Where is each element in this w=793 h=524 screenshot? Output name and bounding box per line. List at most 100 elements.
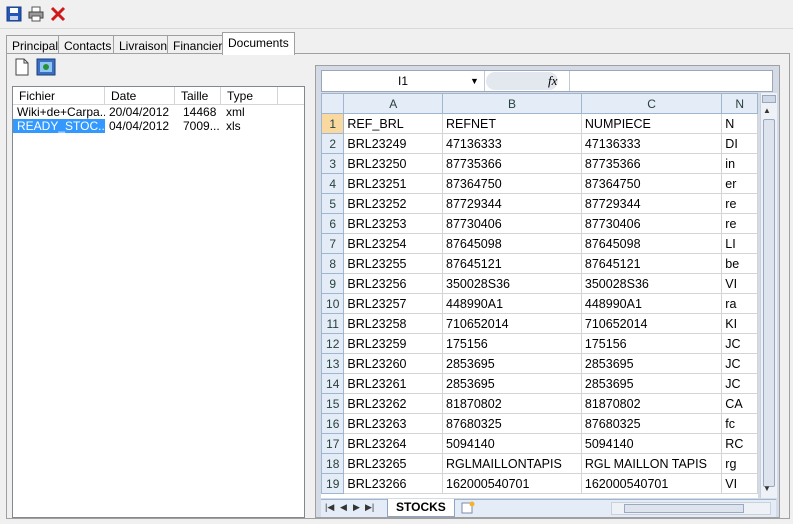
cell-a[interactable]: BRL23255	[343, 253, 444, 274]
row-header[interactable]: 11	[321, 313, 345, 334]
fx-icon[interactable]: fx	[548, 71, 557, 91]
new-document-icon[interactable]	[12, 57, 32, 77]
scroll-down-icon[interactable]: ▼	[763, 484, 771, 493]
cell-a[interactable]: BRL23249	[343, 133, 444, 154]
cell-b[interactable]: 710652014	[442, 313, 582, 334]
cell-b[interactable]: 87645098	[442, 233, 582, 254]
cell-a[interactable]: BRL23263	[343, 413, 444, 434]
column-header-date[interactable]: Date	[105, 87, 175, 104]
cell-a[interactable]: BRL23261	[343, 373, 444, 394]
cell-c[interactable]: 710652014	[580, 313, 723, 334]
save-icon[interactable]	[4, 4, 24, 24]
row-header[interactable]: 9	[321, 273, 345, 294]
cell-b[interactable]: 87729344	[442, 193, 582, 214]
cell-n[interactable]: re	[721, 193, 758, 214]
cell-a[interactable]: BRL23253	[343, 213, 444, 234]
cell-b[interactable]: 5094140	[442, 433, 582, 454]
row-header[interactable]: 16	[321, 413, 345, 434]
cell-c[interactable]: 175156	[580, 333, 723, 354]
row-header[interactable]: 5	[321, 193, 345, 214]
file-row[interactable]: Wiki+de+Carpa... 20/04/2012 14468 xml	[13, 105, 304, 119]
row-header[interactable]: 14	[321, 373, 345, 394]
first-sheet-icon[interactable]: |◀	[325, 502, 334, 513]
view-document-icon[interactable]	[36, 57, 56, 77]
cell-a[interactable]: BRL23251	[343, 173, 444, 194]
column-header-n[interactable]: N	[721, 93, 758, 114]
cell-c[interactable]: 87729344	[580, 193, 723, 214]
cell-a[interactable]: BRL23259	[343, 333, 444, 354]
delete-icon[interactable]	[48, 4, 68, 24]
cell-b[interactable]: 175156	[442, 333, 582, 354]
prev-sheet-icon[interactable]: ◀	[340, 502, 347, 513]
cell-b[interactable]: 87680325	[442, 413, 582, 434]
split-handle[interactable]	[762, 95, 776, 103]
scroll-thumb[interactable]	[763, 119, 775, 487]
cell-c[interactable]: 5094140	[580, 433, 723, 454]
cell-c[interactable]: 350028S36	[580, 273, 723, 294]
cell-c[interactable]: 81870802	[580, 393, 723, 414]
cell-b[interactable]: 87645121	[442, 253, 582, 274]
cell-n[interactable]: CA	[721, 393, 758, 414]
cell-c[interactable]: 2853695	[580, 373, 723, 394]
cell-b[interactable]: 81870802	[442, 393, 582, 414]
cell-n[interactable]: ra	[721, 293, 758, 314]
cell-n[interactable]: KI	[721, 313, 758, 334]
row-header[interactable]: 15	[321, 393, 345, 414]
column-header-type[interactable]: Type	[221, 87, 278, 104]
cell-n[interactable]: VI	[721, 473, 758, 494]
cell-b[interactable]: 448990A1	[442, 293, 582, 314]
row-header[interactable]: 8	[321, 253, 345, 274]
cell-n[interactable]: LI	[721, 233, 758, 254]
cell-b[interactable]: 87730406	[442, 213, 582, 234]
cell-b[interactable]: 87735366	[442, 153, 582, 174]
cell-b[interactable]: REFNET	[442, 113, 582, 134]
cell-n[interactable]: JC	[721, 373, 758, 394]
cell-c[interactable]: 87730406	[580, 213, 723, 234]
tab-financier[interactable]: Financier	[167, 35, 229, 54]
tab-documents[interactable]: Documents	[222, 32, 295, 55]
cell-b[interactable]: 2853695	[442, 353, 582, 374]
cell-n[interactable]: fc	[721, 413, 758, 434]
cell-c[interactable]: 162000540701	[580, 473, 723, 494]
row-header[interactable]: 2	[321, 133, 345, 154]
cell-a[interactable]: BRL23260	[343, 353, 444, 374]
cell-n[interactable]: JC	[721, 353, 758, 374]
sheet-tab-stocks[interactable]: STOCKS	[387, 499, 455, 517]
tab-livraison[interactable]: Livraison	[113, 35, 174, 54]
cell-c[interactable]: 47136333	[580, 133, 723, 154]
row-header[interactable]: 4	[321, 173, 345, 194]
cell-c[interactable]: 87680325	[580, 413, 723, 434]
cell-b[interactable]: 87364750	[442, 173, 582, 194]
row-header[interactable]: 17	[321, 433, 345, 454]
cell-c[interactable]: NUMPIECE	[580, 113, 723, 134]
cell-n[interactable]: in	[721, 153, 758, 174]
cell-a[interactable]: BRL23257	[343, 293, 444, 314]
row-header[interactable]: 18	[321, 453, 345, 474]
cell-a[interactable]: BRL23250	[343, 153, 444, 174]
tab-principal[interactable]: Principal	[6, 35, 65, 54]
cell-a[interactable]: BRL23254	[343, 233, 444, 254]
column-header-fichier[interactable]: Fichier	[13, 87, 105, 104]
cell-c[interactable]: 87645121	[580, 253, 723, 274]
scroll-up-icon[interactable]: ▲	[763, 106, 771, 115]
cell-b[interactable]: 350028S36	[442, 273, 582, 294]
row-header[interactable]: 7	[321, 233, 345, 254]
cell-a[interactable]: BRL23266	[343, 473, 444, 494]
cell-c[interactable]: RGL MAILLON TAPIS	[580, 453, 723, 474]
chevron-down-icon[interactable]: ▼	[470, 71, 479, 91]
next-sheet-icon[interactable]: ▶	[353, 502, 360, 513]
print-icon[interactable]	[26, 4, 46, 24]
cell-n[interactable]: VI	[721, 273, 758, 294]
column-header-b[interactable]: B	[442, 93, 582, 114]
cell-n[interactable]: er	[721, 173, 758, 194]
formula-input[interactable]	[569, 71, 770, 91]
cell-a[interactable]: BRL23256	[343, 273, 444, 294]
row-header[interactable]: 19	[321, 473, 345, 494]
cell-b[interactable]: 47136333	[442, 133, 582, 154]
cell-b[interactable]: 162000540701	[442, 473, 582, 494]
cell-c[interactable]: 87645098	[580, 233, 723, 254]
cell-c[interactable]: 87735366	[580, 153, 723, 174]
cell-c[interactable]: 2853695	[580, 353, 723, 374]
last-sheet-icon[interactable]: ▶|	[365, 502, 374, 513]
cell-n[interactable]: JC	[721, 333, 758, 354]
